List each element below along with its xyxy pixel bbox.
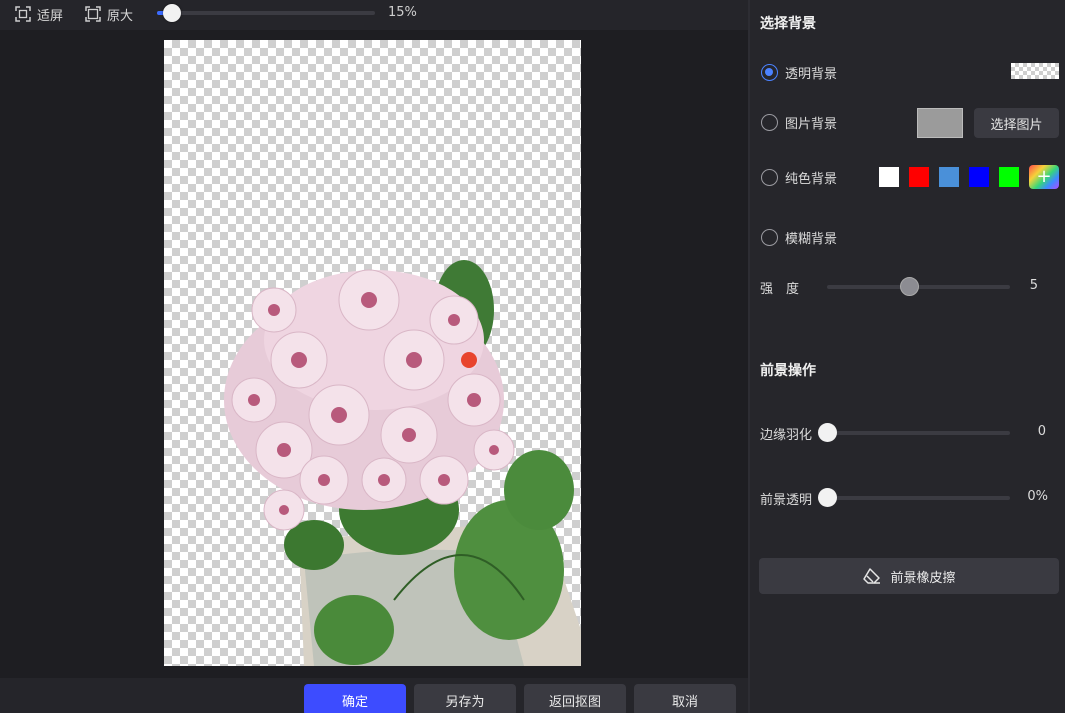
option-label: 纯色背景: [785, 172, 838, 187]
confirm-button[interactable]: 确定: [304, 684, 406, 713]
opacity-slider-thumb[interactable]: [818, 488, 837, 507]
original-size-icon: [85, 6, 101, 22]
opacity-value: 0%: [1027, 489, 1048, 504]
strength-slider[interactable]: [827, 277, 1010, 296]
opacity-slider[interactable]: [818, 488, 1010, 507]
eraser-label: 前景橡皮擦: [890, 570, 956, 586]
foreground-section-title: 前景操作: [760, 363, 816, 379]
original-size-button[interactable]: 原大: [84, 4, 133, 24]
fit-screen-button[interactable]: 适屏: [14, 4, 63, 24]
radio-image[interactable]: [761, 114, 778, 131]
color-swatch-green[interactable]: [999, 167, 1019, 187]
fit-screen-label: 适屏: [37, 8, 64, 24]
feather-slider-thumb[interactable]: [818, 423, 837, 442]
color-swatch-light-blue[interactable]: [939, 167, 959, 187]
feather-slider[interactable]: [818, 423, 1010, 442]
option-label: 图片背景: [785, 117, 838, 132]
option-image-background[interactable]: 图片背景: [761, 113, 837, 132]
cancel-button[interactable]: 取消: [634, 684, 736, 713]
transparent-preview: [1011, 63, 1059, 79]
radio-transparent[interactable]: [761, 64, 778, 81]
strength-slider-thumb[interactable]: [900, 277, 920, 296]
option-transparent-background[interactable]: 透明背景: [761, 63, 837, 82]
foreground-eraser-button[interactable]: 前景橡皮擦: [759, 558, 1059, 594]
option-label: 透明背景: [785, 67, 838, 82]
radio-solid[interactable]: [761, 169, 778, 186]
flower-cutout-image: [224, 260, 581, 666]
zoom-slider[interactable]: [157, 4, 375, 22]
opacity-label: 前景透明: [760, 493, 813, 508]
zoom-slider-thumb[interactable]: [163, 4, 182, 22]
choose-image-button[interactable]: 选择图片: [974, 108, 1059, 138]
image-background-preview: [917, 108, 963, 138]
strength-label: 强 度: [760, 282, 800, 297]
background-section-title: 选择背景: [760, 16, 816, 32]
settings-panel: 选择背景 透明背景 图片背景 选择图片 纯色背景 + 模糊背景 强 度 5 前景…: [750, 0, 1065, 713]
color-swatch-blue[interactable]: [969, 167, 989, 187]
editor-workarea: 适屏 原大 15% 确定 另存为 返回抠图 取消: [0, 0, 748, 713]
option-solid-background[interactable]: 纯色背景: [761, 168, 837, 187]
feather-label: 边缘羽化: [760, 428, 813, 443]
original-size-label: 原大: [107, 8, 134, 24]
zoom-value: 15%: [388, 5, 417, 20]
image-canvas[interactable]: [164, 40, 581, 666]
option-label: 模糊背景: [785, 232, 838, 247]
save-as-button[interactable]: 另存为: [414, 684, 516, 713]
add-color-button[interactable]: +: [1029, 165, 1059, 189]
radio-blur[interactable]: [761, 229, 778, 246]
color-swatch-white[interactable]: [879, 167, 899, 187]
option-blur-background[interactable]: 模糊背景: [761, 228, 837, 247]
feather-value: 0: [1037, 424, 1046, 439]
back-to-cutout-button[interactable]: 返回抠图: [524, 684, 626, 713]
eraser-icon: [863, 568, 881, 584]
color-swatch-red[interactable]: [909, 167, 929, 187]
fit-screen-icon: [15, 6, 31, 22]
view-toolbar: 适屏 原大 15%: [0, 0, 748, 30]
strength-value: 5: [1029, 278, 1038, 293]
plus-icon: +: [1036, 166, 1052, 187]
